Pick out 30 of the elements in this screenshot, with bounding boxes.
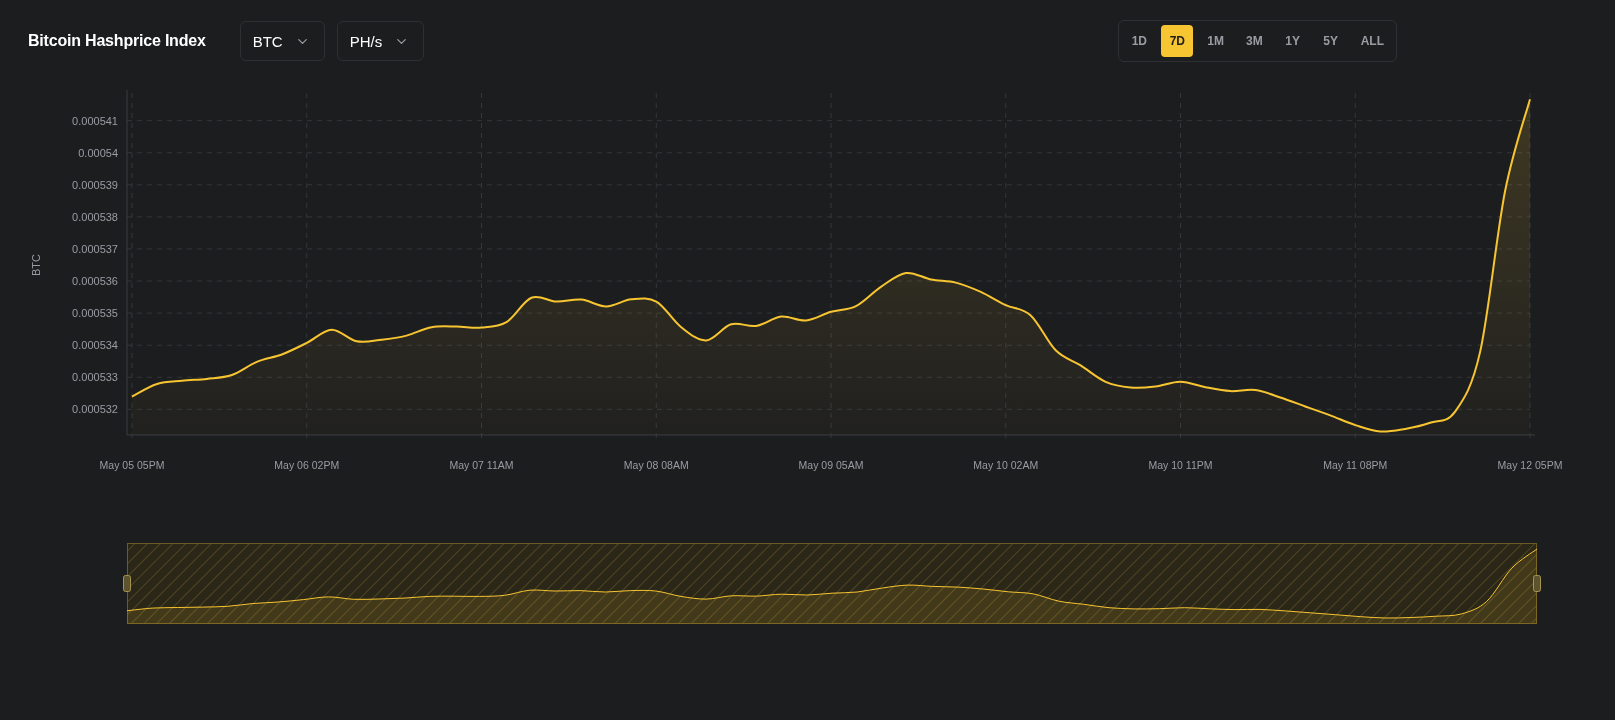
y-tick-label: 0.000541: [72, 114, 118, 127]
x-tick-label: May 12 05PM: [1497, 459, 1563, 471]
range-tab[interactable]: 1Y: [1276, 25, 1309, 57]
y-tick-label: 0.000539: [72, 178, 118, 191]
range-tab[interactable]: 3M: [1238, 25, 1271, 57]
x-tick-label: May 10 11PM: [1148, 459, 1213, 471]
x-tick-label: May 05 05PM: [99, 459, 165, 471]
range-tab[interactable]: 1D: [1123, 25, 1156, 57]
x-tick-label: May 09 05AM: [798, 459, 864, 471]
y-tick-label: 0.000538: [72, 210, 118, 223]
range-tab[interactable]: 1M: [1199, 25, 1232, 57]
y-axis-label: BTC: [30, 254, 42, 276]
y-tick-label: 0.000532: [72, 403, 118, 416]
y-tick-label: 0.00054: [78, 146, 118, 159]
y-tick-label: 0.000537: [72, 242, 118, 255]
y-tick-label: 0.000534: [72, 339, 118, 352]
range-tab[interactable]: 5Y: [1314, 25, 1347, 57]
x-tick-label: May 06 02PM: [274, 459, 340, 471]
range-tab[interactable]: ALL: [1352, 25, 1392, 57]
x-tick-label: May 10 02AM: [973, 459, 1039, 471]
range-tab[interactable]: 7D: [1161, 25, 1194, 57]
unit-dropdown[interactable]: BTC: [239, 21, 325, 61]
x-tick-label: May 08 08AM: [623, 459, 689, 471]
x-tick-label: May 11 08PM: [1323, 459, 1388, 471]
y-tick-label: 0.000535: [72, 307, 118, 320]
y-tick-label: 0.000536: [72, 275, 118, 288]
unit-dropdown[interactable]: PH/s: [336, 21, 425, 61]
x-tick-label: May 07 11AM: [449, 459, 514, 471]
y-tick-label: 0.000533: [72, 371, 118, 384]
page-title: Bitcoin Hashprice Index: [28, 32, 206, 50]
